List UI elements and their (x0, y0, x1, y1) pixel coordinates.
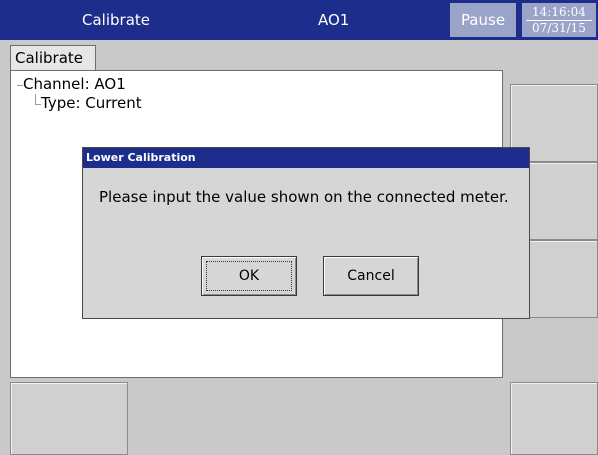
dialog-message: Please input the value shown on the conn… (99, 188, 509, 206)
bottom-button-1[interactable] (10, 382, 128, 455)
tab-calibrate[interactable]: Calibrate (10, 45, 96, 71)
lower-calibration-dialog: Lower Calibration Please input the value… (82, 147, 530, 319)
side-button-4[interactable] (510, 382, 598, 455)
clock-date: 07/31/15 (532, 21, 586, 35)
screen-title: Calibrate (82, 11, 150, 29)
cancel-button[interactable]: Cancel (323, 256, 419, 296)
clock-time: 14:16:04 (526, 5, 592, 21)
channel-label: AO1 (318, 11, 350, 29)
title-bar: Calibrate AO1 Pause 14:16:04 07/31/15 (0, 0, 598, 40)
pause-status[interactable]: Pause (450, 3, 516, 37)
clock: 14:16:04 07/31/15 (522, 3, 596, 37)
tree-connector (35, 94, 36, 104)
tree-item-type[interactable]: Type: Current (41, 94, 142, 112)
dialog-title: Lower Calibration (83, 148, 529, 168)
ok-button[interactable]: OK (201, 256, 297, 296)
tree-item-channel[interactable]: Channel: AO1 (23, 75, 126, 93)
